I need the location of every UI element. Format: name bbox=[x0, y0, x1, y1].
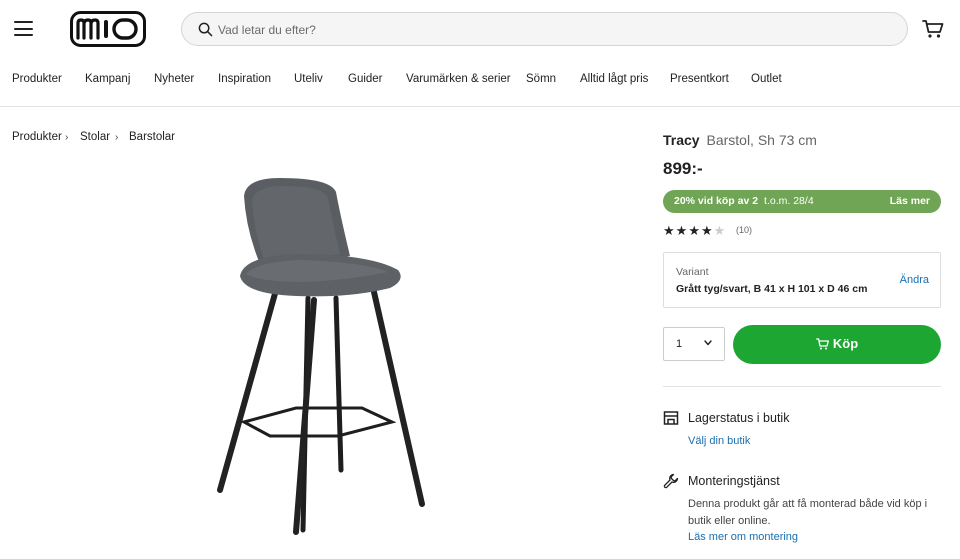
wrench-icon bbox=[663, 473, 679, 489]
variant-value: Grått tyg/svart, B 41 x H 101 x D 46 cm bbox=[676, 283, 868, 295]
product-title: Tracy Barstol, Sh 73 cm bbox=[663, 132, 817, 148]
top-bar bbox=[0, 0, 960, 58]
choose-store-link[interactable]: Välj din butik bbox=[688, 435, 750, 447]
chevron-right-icon: › bbox=[115, 132, 119, 143]
nav-item-kampanj[interactable]: Kampanj bbox=[85, 73, 130, 85]
rating-stars: ★★★★★ bbox=[663, 223, 726, 239]
promo-banner[interactable]: 20% vid köp av 2 t.o.m. 28/4 Läs mer bbox=[663, 190, 941, 213]
star-icon: ★ bbox=[700, 223, 714, 238]
store-status-title: Lagerstatus i butik bbox=[688, 411, 790, 425]
product-price: 899:- bbox=[663, 159, 703, 178]
product-subtitle: Barstol, Sh 73 cm bbox=[706, 132, 817, 148]
breadcrumb-item-produkter[interactable]: Produkter bbox=[12, 131, 62, 143]
search-bar[interactable] bbox=[181, 12, 908, 46]
cart-icon[interactable] bbox=[922, 19, 944, 39]
quantity-select[interactable]: 1 bbox=[663, 327, 725, 361]
buy-button[interactable]: Köp bbox=[733, 325, 941, 364]
nav-item-outlet[interactable]: Outlet bbox=[751, 73, 782, 85]
nav-item-alltid-lagt-pris[interactable]: Alltid lågt pris bbox=[580, 73, 648, 85]
mio-logo[interactable] bbox=[70, 11, 146, 47]
promo-text: 20% vid köp av 2 bbox=[674, 195, 759, 207]
quantity-value: 1 bbox=[676, 338, 683, 350]
nav-item-presentkort[interactable]: Presentkort bbox=[670, 73, 729, 85]
nav-item-guider[interactable]: Guider bbox=[348, 73, 383, 85]
assembly-title: Monteringstjänst bbox=[688, 474, 780, 488]
divider bbox=[663, 386, 941, 387]
cart-icon bbox=[815, 338, 829, 350]
chevron-right-icon: › bbox=[65, 132, 69, 143]
star-icon: ★ bbox=[675, 223, 689, 238]
nav-item-produkter[interactable]: Produkter bbox=[12, 73, 62, 85]
search-input[interactable] bbox=[218, 20, 818, 40]
promo-read-more-link[interactable]: Läs mer bbox=[890, 195, 930, 207]
star-icon: ★ bbox=[688, 223, 701, 238]
menu-icon[interactable] bbox=[14, 21, 33, 36]
breadcrumb-item-stolar[interactable]: Stolar bbox=[80, 131, 110, 143]
product-name: Tracy bbox=[663, 132, 700, 148]
promo-date: t.o.m. 28/4 bbox=[764, 195, 814, 207]
promo-text-wrapper: 20% vid köp av 2 t.o.m. 28/4 bbox=[674, 195, 814, 207]
breadcrumb-item-barstolar[interactable]: Barstolar bbox=[129, 131, 175, 143]
variant-selector[interactable]: Variant Grått tyg/svart, B 41 x H 101 x … bbox=[663, 252, 941, 308]
assembly-description: Denna produkt går att få monterad både v… bbox=[688, 498, 928, 527]
store-icon bbox=[663, 411, 679, 425]
buy-button-label: Köp bbox=[832, 336, 859, 351]
star-icon: ★ bbox=[663, 223, 676, 238]
store-status-section: Lagerstatus i butik Välj din butik bbox=[663, 410, 953, 454]
variant-label: Variant bbox=[676, 266, 709, 278]
product-image[interactable] bbox=[200, 170, 440, 550]
nav-item-varumarken[interactable]: Varumärken & serier bbox=[406, 73, 511, 85]
chevron-down-icon bbox=[704, 340, 712, 346]
star-empty-icon: ★ bbox=[713, 223, 727, 238]
search-icon[interactable] bbox=[198, 22, 213, 37]
nav-item-somn[interactable]: Sömn bbox=[526, 73, 556, 85]
assembly-read-more-link[interactable]: Läs mer om montering bbox=[688, 531, 798, 543]
variant-change-link[interactable]: Ändra bbox=[900, 274, 929, 286]
main-nav: Produkter Kampanj Nyheter Inspiration Ut… bbox=[0, 58, 960, 107]
rating-count[interactable]: (10) bbox=[736, 225, 752, 235]
nav-item-uteliv[interactable]: Uteliv bbox=[294, 73, 323, 85]
assembly-section: Monteringstjänst Denna produkt går att f… bbox=[663, 473, 953, 549]
nav-item-inspiration[interactable]: Inspiration bbox=[218, 73, 271, 85]
nav-item-nyheter[interactable]: Nyheter bbox=[154, 73, 194, 85]
